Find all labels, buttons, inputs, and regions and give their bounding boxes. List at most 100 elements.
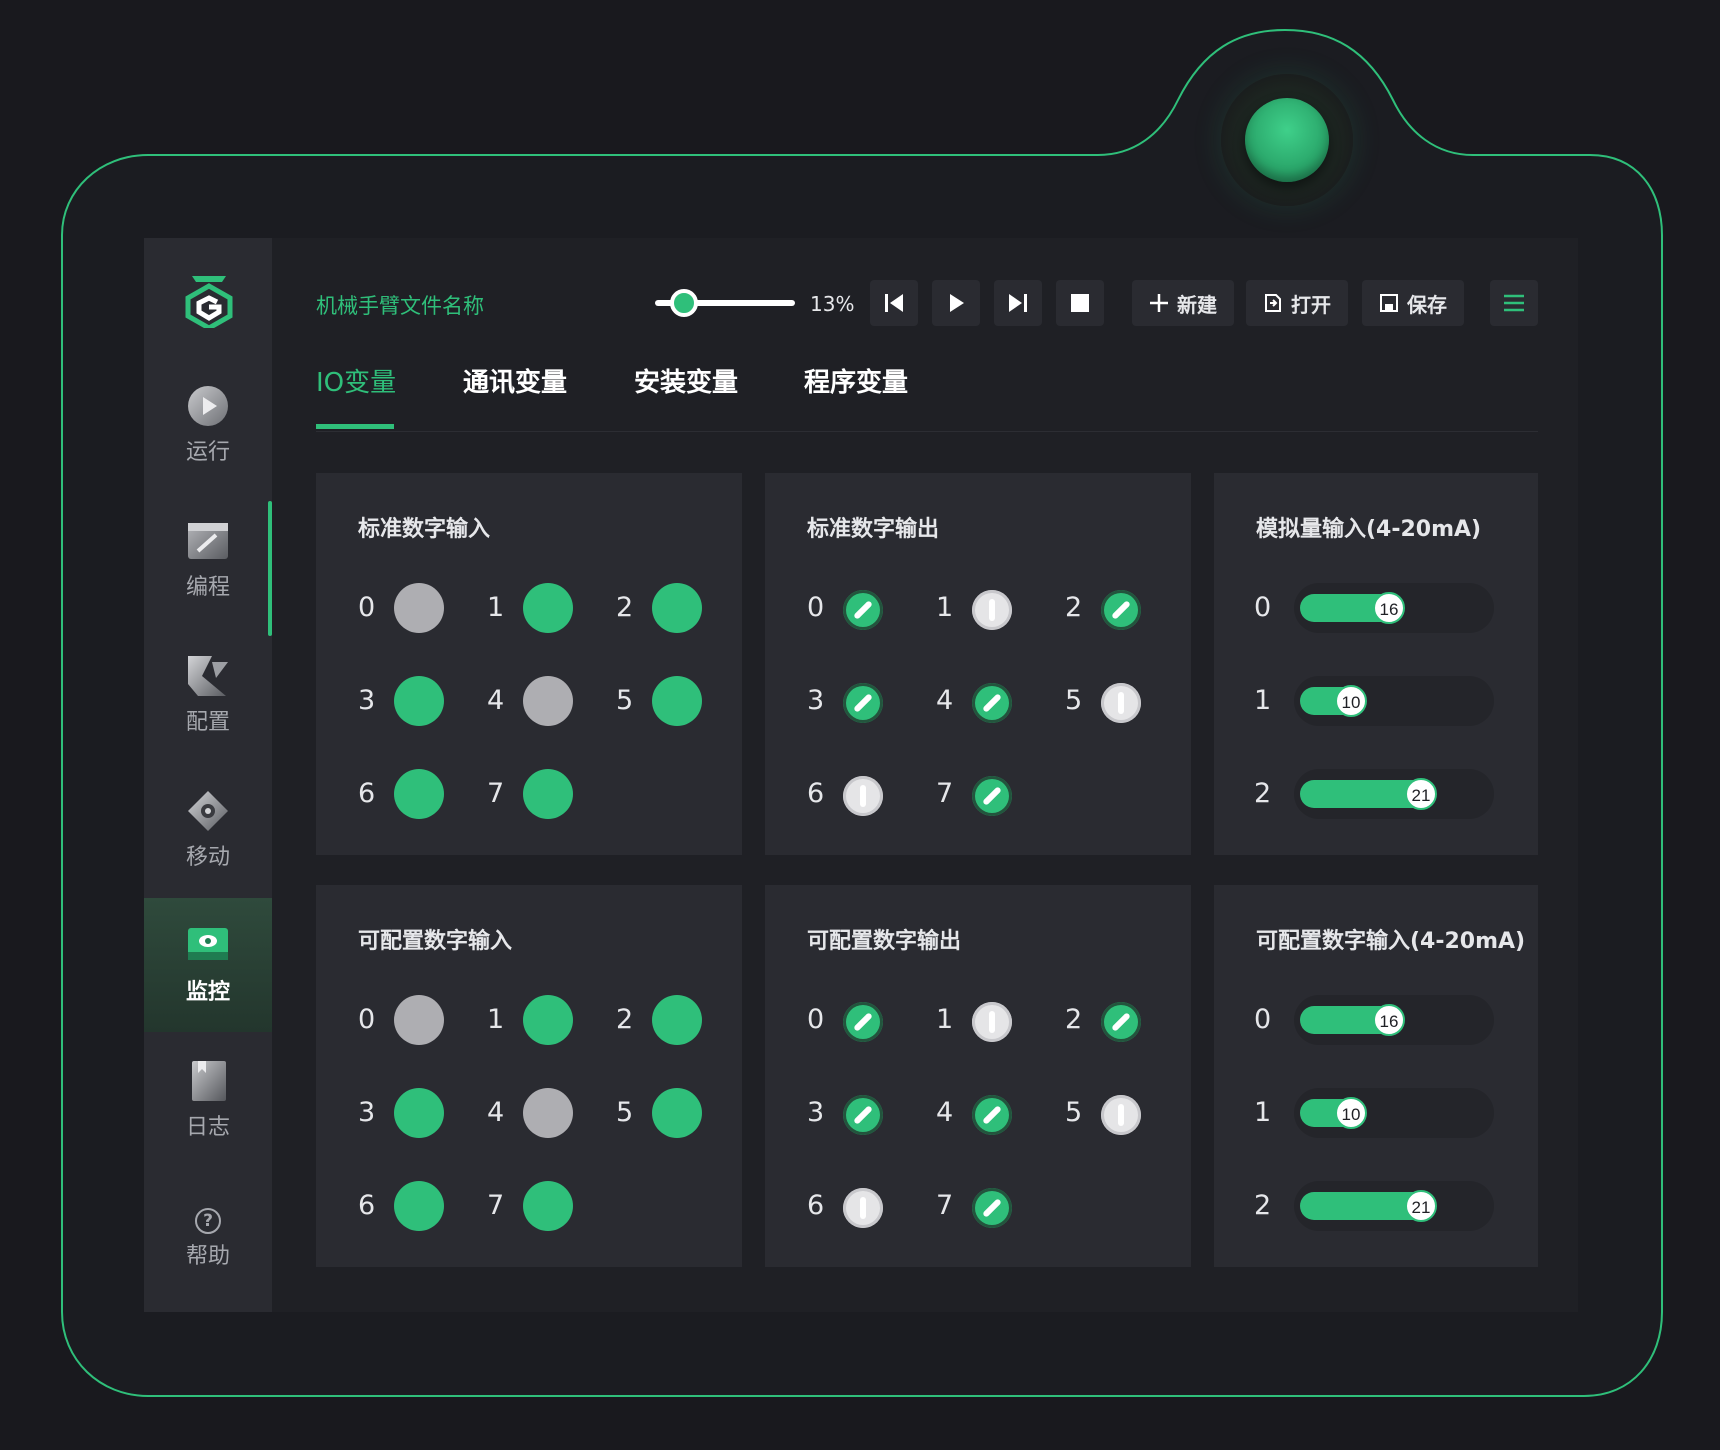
switch-off-icon[interactable]	[843, 776, 883, 816]
nav-monitor[interactable]: 监控	[144, 898, 272, 1032]
skip-back-icon	[885, 294, 903, 312]
input-indicator: 6	[358, 764, 468, 824]
output-toggle[interactable]: 1	[936, 990, 1046, 1050]
channel-number: 5	[616, 685, 634, 716]
move-icon	[188, 791, 228, 831]
speed-value: 13%	[810, 292, 855, 316]
speed-slider-thumb[interactable]	[670, 289, 698, 317]
switch-off-icon[interactable]	[843, 1188, 883, 1228]
panel-title: 模拟量输入(4-20mA)	[1256, 517, 1482, 542]
switch-on-icon[interactable]	[843, 590, 883, 630]
input-indicator: 0	[358, 578, 468, 638]
app-logo-icon	[185, 276, 233, 328]
nav-program[interactable]: 编程	[144, 493, 272, 627]
output-toggle[interactable]: 2	[1065, 578, 1175, 638]
channel-number: 3	[807, 685, 825, 716]
tab-program-variables[interactable]: 程序变量	[804, 362, 908, 399]
output-toggle[interactable]: 7	[936, 764, 1046, 824]
led-off-icon	[523, 676, 573, 726]
output-toggle[interactable]: 2	[1065, 990, 1175, 1050]
output-toggle[interactable]: 5	[1065, 671, 1175, 731]
nav-run[interactable]: 运行	[144, 358, 272, 492]
switch-off-icon[interactable]	[972, 590, 1012, 630]
help-button[interactable]: ? 帮助	[144, 1208, 272, 1288]
nav-config[interactable]: 配置	[144, 628, 272, 762]
channel-number: 0	[1254, 1004, 1272, 1035]
output-toggle[interactable]: 6	[807, 1176, 917, 1236]
switch-off-icon[interactable]	[1101, 1095, 1141, 1135]
input-indicator: 5	[616, 671, 726, 731]
skip-back-button[interactable]	[870, 280, 918, 326]
output-toggle[interactable]: 4	[936, 671, 1046, 731]
channel-number: 6	[807, 778, 825, 809]
analog-slider-knob[interactable]: 16	[1373, 592, 1405, 624]
analog-channel: 0 16	[1254, 995, 1514, 1045]
tab-io-variables[interactable]: IO变量	[316, 362, 396, 399]
power-button[interactable]	[1221, 74, 1353, 206]
file-name: 机械手臂文件名称	[316, 294, 484, 318]
analog-channel: 2 21	[1254, 769, 1514, 819]
led-on-icon	[523, 769, 573, 819]
skip-forward-button[interactable]	[994, 280, 1042, 326]
switch-on-icon[interactable]	[972, 1188, 1012, 1228]
output-toggle[interactable]: 4	[936, 1083, 1046, 1143]
program-icon	[188, 523, 228, 559]
switch-on-icon[interactable]	[972, 683, 1012, 723]
help-label: 帮助	[185, 1244, 230, 1269]
save-button[interactable]: 保存	[1362, 280, 1464, 326]
panel-standard-digital-output: 标准数字输出 0 1 2 3 4 5 6 7	[765, 473, 1191, 855]
nav-monitor-label: 监控	[185, 980, 230, 1005]
led-on-icon	[394, 769, 444, 819]
channel-number: 4	[487, 1097, 505, 1128]
speed-slider[interactable]	[655, 288, 795, 318]
output-toggle[interactable]: 0	[807, 990, 917, 1050]
stop-button[interactable]	[1056, 280, 1104, 326]
panel-configurable-digital-output: 可配置数字输出 0 1 2 3 4 5 6 7	[765, 885, 1191, 1267]
analog-slider-knob[interactable]: 10	[1335, 1097, 1367, 1129]
switch-on-icon[interactable]	[843, 1002, 883, 1042]
analog-slider-knob[interactable]: 21	[1405, 1190, 1437, 1222]
input-indicator: 5	[616, 1083, 726, 1143]
switch-off-icon[interactable]	[972, 1002, 1012, 1042]
channel-number: 2	[1065, 1004, 1083, 1035]
switch-on-icon[interactable]	[843, 1095, 883, 1135]
channel-number: 1	[1254, 1097, 1272, 1128]
input-indicator: 2	[616, 578, 726, 638]
switch-on-icon[interactable]	[972, 1095, 1012, 1135]
nav-log[interactable]: 日志	[144, 1033, 272, 1167]
output-toggle[interactable]: 1	[936, 578, 1046, 638]
channel-number: 1	[936, 592, 954, 623]
output-toggle[interactable]: 5	[1065, 1083, 1175, 1143]
analog-slider-knob[interactable]: 21	[1405, 778, 1437, 810]
menu-button[interactable]	[1490, 280, 1538, 326]
save-icon	[1380, 294, 1398, 312]
play-button[interactable]	[932, 280, 980, 326]
analog-slider-knob[interactable]: 16	[1373, 1004, 1405, 1036]
switch-on-icon[interactable]	[1101, 1002, 1141, 1042]
config-icon	[188, 656, 228, 696]
open-button[interactable]: 打开	[1246, 280, 1348, 326]
channel-number: 7	[936, 1190, 954, 1221]
switch-off-icon[interactable]	[1101, 683, 1141, 723]
new-button[interactable]: 新建	[1132, 280, 1234, 326]
tab-communication-variables[interactable]: 通讯变量	[463, 362, 567, 399]
switch-on-icon[interactable]	[972, 776, 1012, 816]
output-toggle[interactable]: 7	[936, 1176, 1046, 1236]
output-toggle[interactable]: 0	[807, 578, 917, 638]
open-file-icon	[1265, 294, 1281, 312]
channel-number: 6	[358, 778, 376, 809]
channel-number: 7	[487, 1190, 505, 1221]
tab-installation-variables[interactable]: 安装变量	[634, 362, 738, 399]
output-toggle[interactable]: 6	[807, 764, 917, 824]
switch-on-icon[interactable]	[1101, 590, 1141, 630]
nav-move[interactable]: 移动	[144, 763, 272, 897]
input-indicator: 3	[358, 1083, 468, 1143]
output-toggle[interactable]: 3	[807, 1083, 917, 1143]
channel-number: 2	[1254, 1190, 1272, 1221]
output-toggle[interactable]: 3	[807, 671, 917, 731]
input-indicator: 0	[358, 990, 468, 1050]
analog-slider-knob[interactable]: 10	[1335, 685, 1367, 717]
power-button-core[interactable]	[1245, 98, 1329, 182]
led-off-icon	[394, 995, 444, 1045]
switch-on-icon[interactable]	[843, 683, 883, 723]
